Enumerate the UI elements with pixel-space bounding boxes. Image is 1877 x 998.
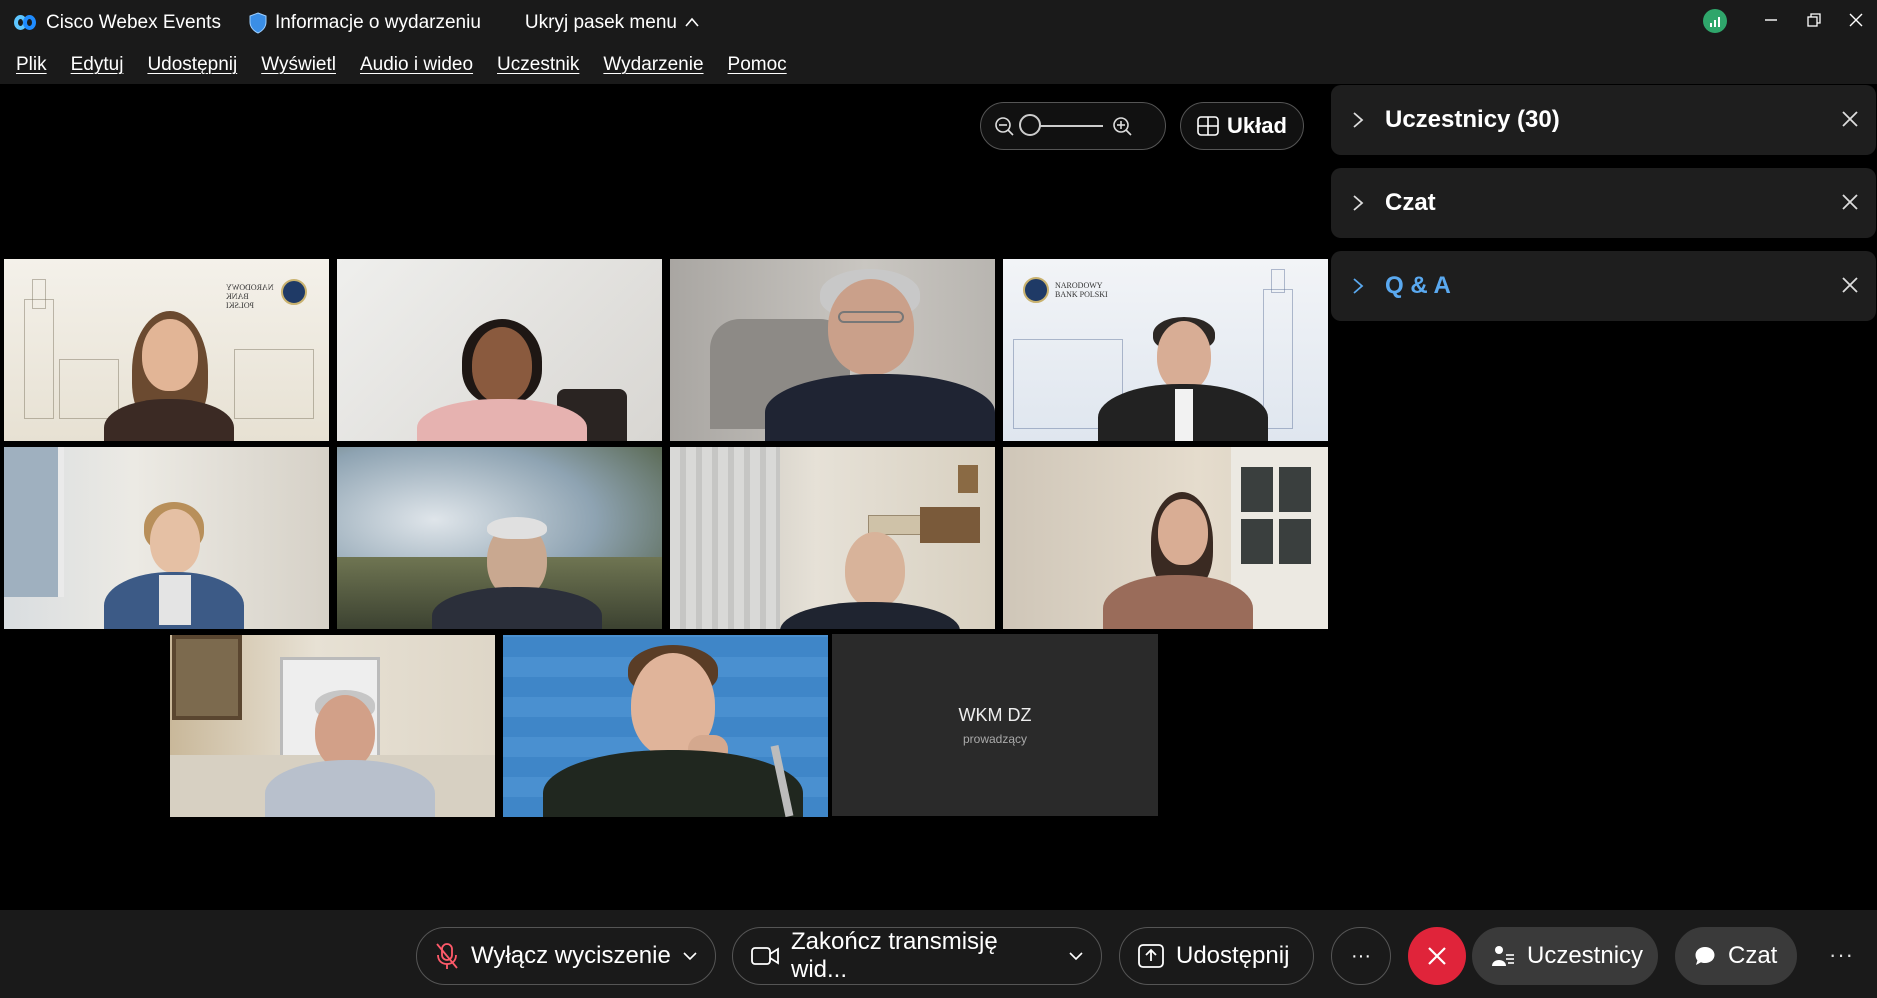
video-tile[interactable]: NARODOWY BANK POLSKI [4,259,329,441]
meeting-controls-bar: Wyłącz wyciszenie Zakończ transmisję wid… [0,910,1877,998]
participant-name: WKM DZ [958,704,1032,725]
video-tile[interactable]: NARODOWY BANK POLSKI [1003,259,1328,441]
chevron-down-icon[interactable] [1069,951,1083,961]
video-tile[interactable] [4,447,329,629]
menu-udostepnij[interactable]: Udostępnij [147,54,237,76]
menu-uczestnik[interactable]: Uczestnik [497,54,579,76]
video-tile[interactable] [337,259,662,441]
close-icon [1428,947,1446,965]
video-tile[interactable] [337,447,662,629]
hide-menu-button[interactable]: Ukryj pasek menu [525,12,699,34]
participants-panel-title: Uczestnicy (30) [1385,106,1560,133]
microphone-muted-icon [436,943,458,969]
video-tile[interactable] [670,259,995,441]
menu-wydarzenie[interactable]: Wydarzenie [603,54,703,76]
zoom-slider[interactable] [1019,114,1103,136]
video-camera-icon [751,947,779,965]
menu-plik[interactable]: Plik [16,54,47,76]
chat-button[interactable]: Czat [1675,927,1797,985]
menu-wyswietl[interactable]: Wyświetl [261,54,336,76]
chevron-down-icon[interactable] [683,951,697,961]
chat-bubble-icon [1695,947,1715,965]
network-signal-icon[interactable] [1703,9,1727,33]
stop-video-label: Zakończ transmisję wid... [791,928,998,983]
close-icon[interactable] [1838,107,1862,131]
participants-panel-header[interactable]: Uczestnicy (30) [1331,85,1876,155]
zoom-control[interactable] [980,102,1166,150]
hide-menu-label: Ukryj pasek menu [524,12,677,33]
menu-audio-i-wideo[interactable]: Audio i wideo [360,54,473,76]
shield-icon [249,12,267,34]
qa-panel-header[interactable]: Q & A [1331,251,1876,321]
nbp-logo-icon [281,279,307,305]
unmute-label: Wyłącz wyciszenie [471,942,671,969]
webex-logo-icon [14,14,38,32]
chevron-up-icon [685,17,699,27]
chat-label: Czat [1728,942,1778,969]
chevron-right-icon [1353,278,1364,294]
menu-edytuj[interactable]: Edytuj [71,54,124,76]
nbp-logo-text: NARODOWY BANK POLSKI [226,283,274,310]
chat-panel-title: Czat [1385,189,1436,216]
event-info-link[interactable]: Informacje o wydarzeniu [275,12,481,34]
close-icon[interactable] [1838,190,1862,214]
menu-bar: Plik Edytuj Udostępnij Wyświetl Audio i … [0,46,1877,84]
more-options-icon: ··· [1351,944,1371,967]
title-bar: Cisco Webex Events Informacje o wydarzen… [0,0,1877,46]
leave-meeting-button[interactable] [1408,927,1466,985]
qa-panel-title: Q & A [1385,272,1451,299]
zoom-out-icon[interactable] [993,115,1015,137]
video-tile[interactable] [670,447,995,629]
zoom-slider-thumb[interactable] [1019,114,1041,136]
grid-layout-icon [1197,116,1219,136]
layout-label: Układ [1227,113,1287,138]
overflow-menu-icon[interactable]: ··· [1829,942,1854,968]
participants-label: Uczestnicy [1527,942,1644,969]
video-tile[interactable] [170,635,495,817]
chevron-right-icon [1353,195,1364,211]
share-label: Udostępnij [1176,942,1290,969]
nbp-logo-text: NARODOWY BANK POLSKI [1055,281,1108,299]
chevron-right-icon [1353,112,1364,128]
participants-icon [1492,946,1514,966]
close-window-icon[interactable] [1841,6,1871,34]
video-stage: Układ NARODOWY BANK POLSKI NARODOWY BANK… [4,84,1328,910]
more-options-button[interactable]: ··· [1331,927,1391,985]
nbp-logo-icon [1023,277,1049,303]
menu-pomoc[interactable]: Pomoc [728,54,787,76]
participant-name-tile[interactable]: WKM DZ prowadzący [832,634,1158,816]
layout-button[interactable]: Układ [1180,102,1304,150]
restore-icon[interactable] [1799,6,1829,34]
share-screen-icon [1138,944,1164,968]
video-tile[interactable] [503,635,828,817]
participants-button[interactable]: Uczestnicy [1472,927,1658,985]
app-title: Cisco Webex Events [46,12,221,33]
video-tile[interactable] [1003,447,1328,629]
minimize-icon[interactable] [1756,6,1786,34]
close-icon[interactable] [1838,273,1862,297]
share-button[interactable]: Udostępnij [1119,927,1314,985]
stop-video-button[interactable]: Zakończ transmisję wid... [732,927,1102,985]
participant-role: prowadzący [962,731,1028,746]
unmute-button[interactable]: Wyłącz wyciszenie [416,927,716,985]
zoom-in-icon[interactable] [1111,115,1133,137]
chat-panel-header[interactable]: Czat [1331,168,1876,238]
